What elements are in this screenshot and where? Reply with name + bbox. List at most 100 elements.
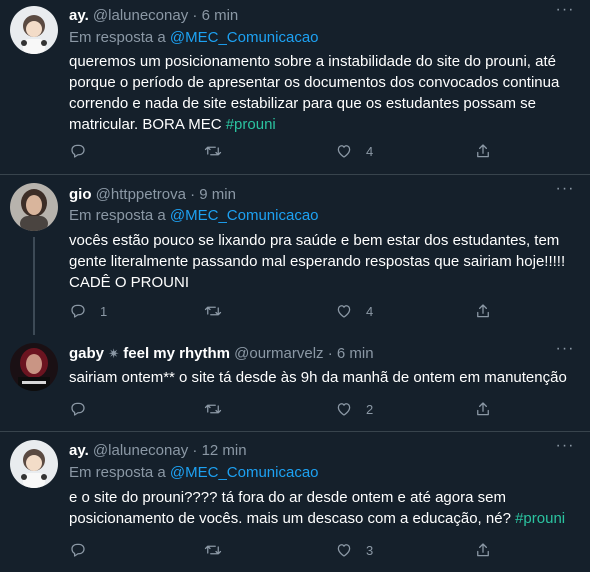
heart-icon xyxy=(337,305,351,318)
avatar[interactable] xyxy=(10,440,58,488)
text-line: gente literalmente passando mal esperand… xyxy=(69,253,566,270)
like-button[interactable]: 4 xyxy=(335,141,373,161)
like-button[interactable]: 4 xyxy=(335,301,373,321)
hashtag-link[interactable]: #prouni xyxy=(515,510,565,527)
reply-to-link[interactable]: @MEC_Comunicacao xyxy=(170,464,319,481)
sparkle-icon: ✷ xyxy=(108,346,120,361)
reply-prefix: Em resposta a xyxy=(69,464,166,481)
like-button[interactable]: 2 xyxy=(335,399,373,419)
reply-count: 1 xyxy=(100,303,108,319)
display-name[interactable]: gio xyxy=(69,186,92,203)
more-icon[interactable]: ··· xyxy=(554,341,576,357)
tweet-header: gio @httppetrova · 9 min xyxy=(69,185,236,205)
tweet[interactable]: ay. @laluneconay · 6 min ··· Em resposta… xyxy=(0,0,590,174)
avatar-image xyxy=(10,6,58,54)
reply-to-link[interactable]: @MEC_Comunicacao xyxy=(170,29,319,46)
timestamp[interactable]: 9 min xyxy=(199,186,236,203)
text-line: e o site do prouni???? tá fora do ar des… xyxy=(69,489,506,506)
reply-button[interactable] xyxy=(69,399,100,419)
share-icon xyxy=(477,304,489,318)
separator: · xyxy=(190,186,196,203)
like-count: 2 xyxy=(366,401,374,417)
tweet[interactable]: gaby ✷ feel my rhythm @ourmarvelz · 6 mi… xyxy=(0,335,590,431)
reply-prefix: Em resposta a xyxy=(69,207,166,224)
tweet-text: e o site do prouni???? tá fora do ar des… xyxy=(69,487,581,529)
avatar-image xyxy=(10,183,58,231)
timestamp[interactable]: 12 min xyxy=(202,442,247,459)
action-bar: 3 xyxy=(69,540,499,560)
reply-context: Em resposta a @MEC_Comunicacao xyxy=(69,28,319,48)
like-count: 4 xyxy=(366,303,374,319)
avatar-image xyxy=(10,440,58,488)
handle[interactable]: @laluneconay xyxy=(93,7,188,24)
timestamp[interactable]: 6 min xyxy=(337,345,374,362)
tweet-text: sairiam ontem** o site tá desde às 9h da… xyxy=(69,367,581,388)
handle[interactable]: @httppetrova xyxy=(96,186,186,203)
more-icon[interactable]: ··· xyxy=(554,181,576,197)
display-name-suffix[interactable]: feel my rhythm xyxy=(123,345,230,362)
action-bar: 4 xyxy=(69,141,499,161)
reply-button[interactable]: 1 xyxy=(69,301,107,321)
tweet-header: ay. @laluneconay · 6 min xyxy=(69,6,238,26)
text-line: CADÊ O PROUNI xyxy=(69,274,190,291)
like-button[interactable]: 3 xyxy=(335,540,373,560)
avatar[interactable] xyxy=(10,6,58,54)
text-line: vocês estão pouco se lixando pra saúde e… xyxy=(69,232,560,249)
share-button[interactable] xyxy=(474,141,492,161)
retweet-button[interactable] xyxy=(204,141,235,161)
share-icon xyxy=(477,543,489,557)
like-count: 3 xyxy=(366,542,374,558)
timestamp[interactable]: 6 min xyxy=(202,7,239,24)
action-bar: 2 xyxy=(69,399,499,419)
text-segment: matricular. BORA MEC xyxy=(69,116,226,133)
text-line: queremos um posicionamento sobre a insta… xyxy=(69,53,556,70)
share-icon xyxy=(477,402,489,416)
separator: · xyxy=(327,345,333,362)
tweet[interactable]: gio @httppetrova · 9 min ··· Em resposta… xyxy=(0,175,590,335)
reply-button[interactable] xyxy=(69,540,100,560)
share-button[interactable] xyxy=(474,301,492,321)
retweet-icon xyxy=(204,404,222,414)
tweet[interactable]: ay. @laluneconay · 12 min ··· Em respost… xyxy=(0,432,590,572)
heart-icon xyxy=(337,145,351,158)
retweet-button[interactable] xyxy=(204,301,235,321)
handle[interactable]: @laluneconay xyxy=(93,442,188,459)
reply-icon xyxy=(71,543,85,557)
reply-icon xyxy=(71,304,85,318)
retweet-button[interactable] xyxy=(204,399,235,419)
reply-icon xyxy=(71,144,85,158)
text-line: sairiam ontem** o site tá desde às 9h da… xyxy=(69,369,567,386)
like-count: 4 xyxy=(366,143,374,159)
tweet-header: ay. @laluneconay · 12 min xyxy=(69,441,247,461)
handle[interactable]: @ourmarvelz xyxy=(234,345,323,362)
retweet-icon xyxy=(204,146,222,156)
reply-button[interactable] xyxy=(69,141,100,161)
retweet-button[interactable] xyxy=(204,540,235,560)
display-name[interactable]: ay. xyxy=(69,7,89,24)
tweet-text: vocês estão pouco se lixando pra saúde e… xyxy=(69,230,581,293)
avatar[interactable] xyxy=(10,183,58,231)
share-button[interactable] xyxy=(474,399,492,419)
retweet-icon xyxy=(204,306,222,316)
text-line: posicionamento de vocês. mais um descaso… xyxy=(69,508,581,529)
heart-icon xyxy=(337,544,351,557)
separator: · xyxy=(192,7,198,24)
reply-context: Em resposta a @MEC_Comunicacao xyxy=(69,206,319,226)
tweet-header: gaby ✷ feel my rhythm @ourmarvelz · 6 mi… xyxy=(69,344,374,364)
reply-icon xyxy=(71,402,85,416)
tweet-text: queremos um posicionamento sobre a insta… xyxy=(69,51,581,135)
more-icon[interactable]: ··· xyxy=(554,2,576,18)
heart-icon xyxy=(337,403,351,416)
avatar[interactable] xyxy=(10,343,58,391)
retweet-icon xyxy=(204,545,222,555)
display-name[interactable]: ay. xyxy=(69,442,89,459)
more-icon[interactable]: ··· xyxy=(554,438,576,454)
reply-context: Em resposta a @MEC_Comunicacao xyxy=(69,463,319,483)
display-name[interactable]: gaby xyxy=(69,345,104,362)
reply-to-link[interactable]: @MEC_Comunicacao xyxy=(170,207,319,224)
text-segment: posicionamento de vocês. mais um descaso… xyxy=(69,510,516,527)
hashtag-link[interactable]: #prouni xyxy=(226,116,276,133)
share-button[interactable] xyxy=(474,540,492,560)
avatar-image xyxy=(10,343,58,391)
thread-line xyxy=(33,237,35,335)
